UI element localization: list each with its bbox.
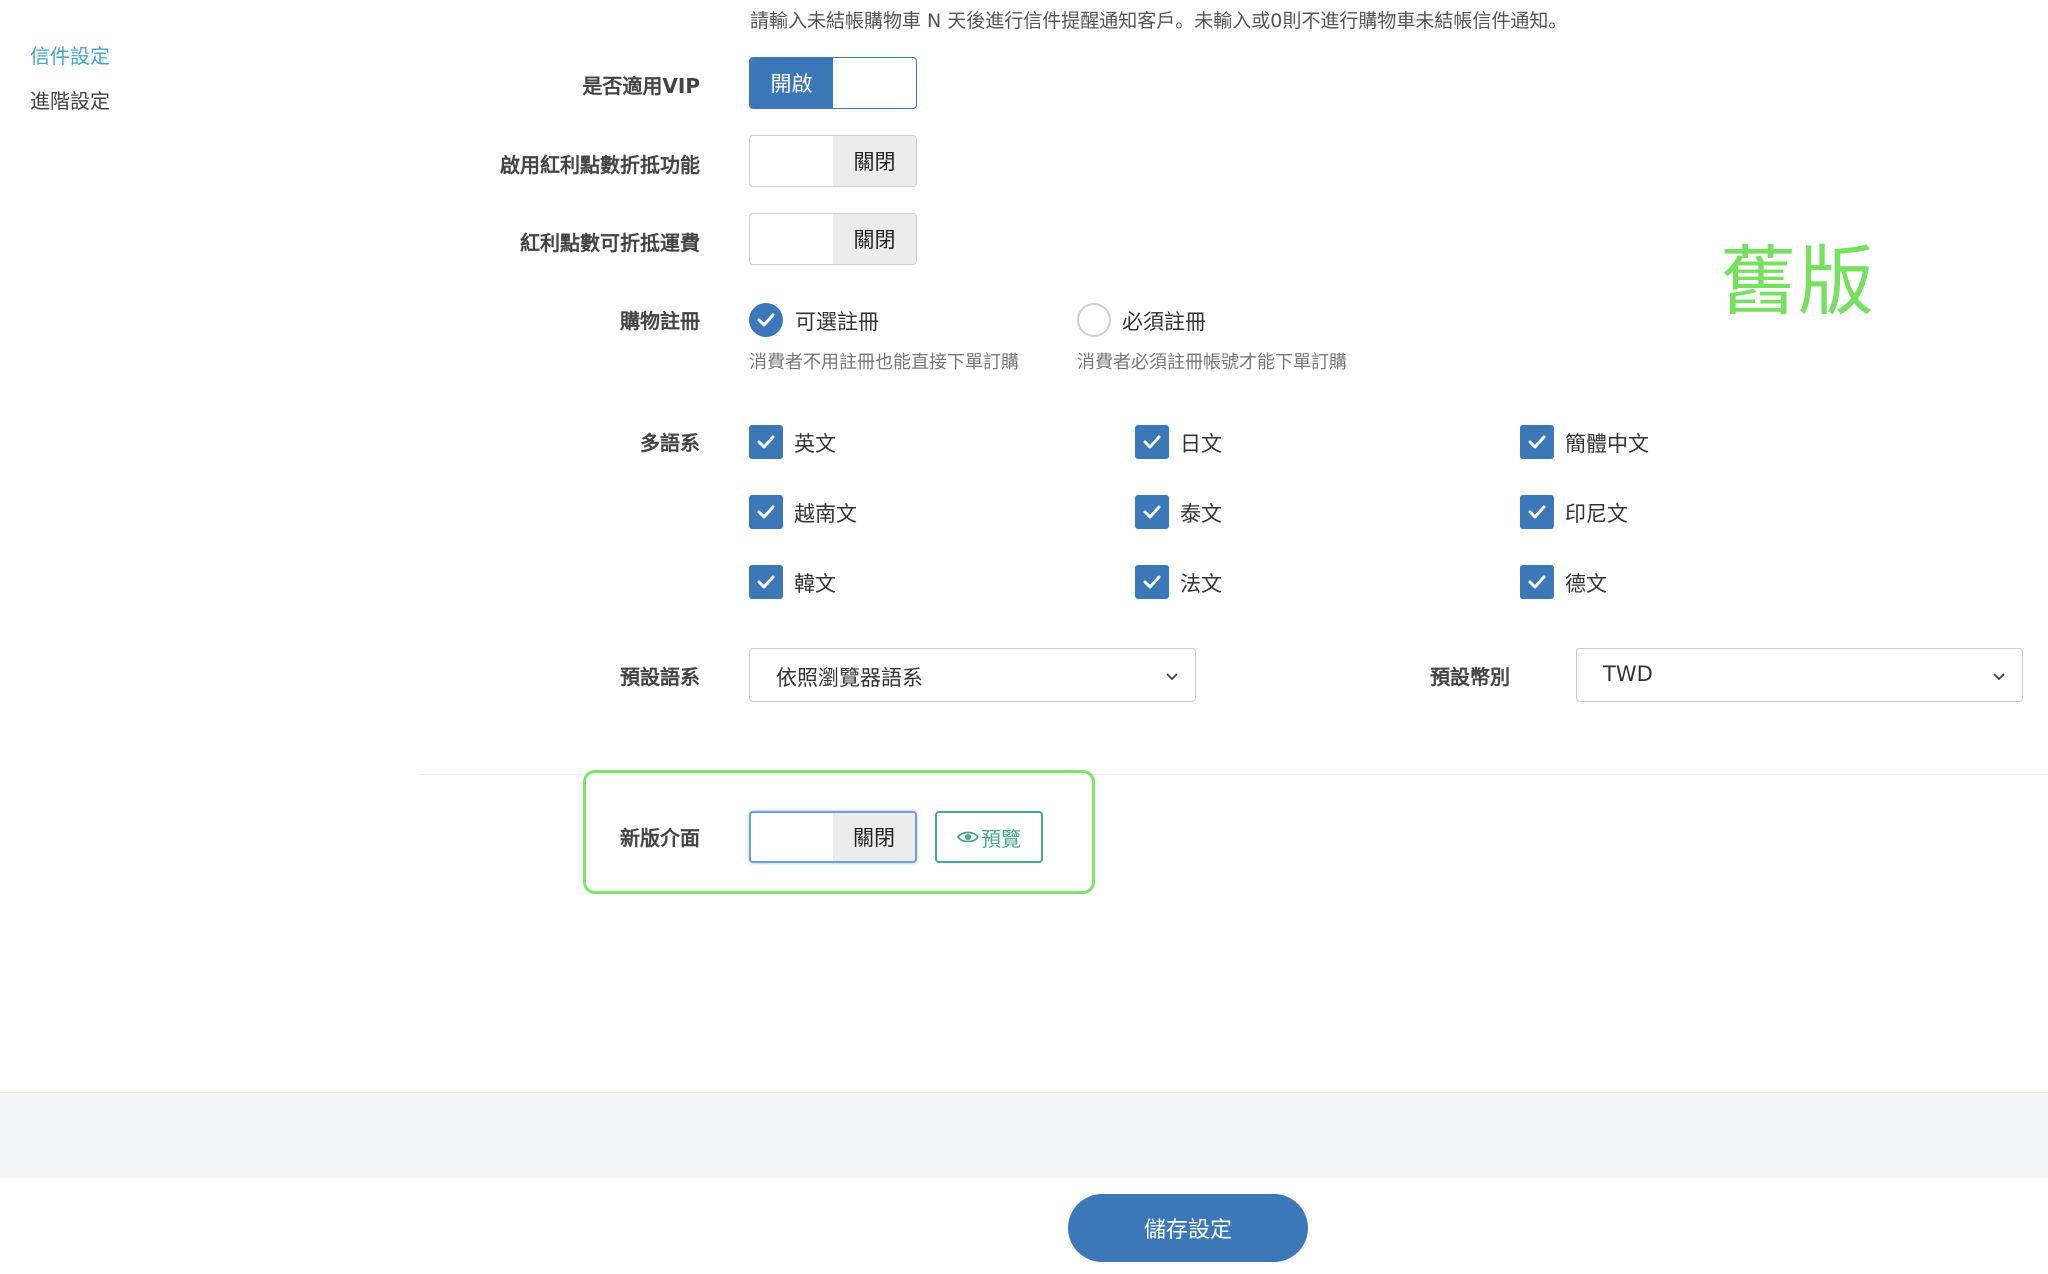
language-checkbox-label: 越南文 xyxy=(794,502,857,526)
bonus-discount-label: 啟用紅利點數折抵功能 xyxy=(500,153,700,177)
language-checkbox[interactable] xyxy=(1135,565,1169,599)
languages-label: 多語系 xyxy=(640,431,700,455)
default-language-value: 依照瀏覽器語系 xyxy=(776,666,923,690)
registration-label: 購物註冊 xyxy=(620,309,700,333)
language-checkbox[interactable] xyxy=(749,425,783,459)
default-currency-label: 預設幣別 xyxy=(1430,665,1510,689)
required-registration-label: 必須註冊 xyxy=(1122,310,1206,334)
new-ui-label: 新版介面 xyxy=(620,826,700,850)
vip-label: 是否適用VIP xyxy=(582,74,700,98)
default-currency-value: TWD xyxy=(1603,662,1653,686)
optional-registration-desc: 消費者不用註冊也能直接下單訂購 xyxy=(749,352,1019,373)
footer-bar xyxy=(0,1178,2048,1274)
language-checkbox-label: 印尼文 xyxy=(1565,502,1628,526)
language-checkbox[interactable] xyxy=(1520,425,1554,459)
checkmark-icon xyxy=(757,505,775,519)
language-checkbox[interactable] xyxy=(1135,495,1169,529)
abandoned-cart-hint: 請輸入未結帳購物車 N 天後進行信件提醒通知客戶。未輸入或0則不進行購物車未結帳… xyxy=(750,10,1568,32)
bonus-shipping-label: 紅利點數可折抵運費 xyxy=(520,231,700,255)
chevron-down-icon xyxy=(1993,673,2005,681)
radio-optional-registration[interactable] xyxy=(749,303,783,337)
checkmark-icon xyxy=(757,313,775,327)
new-ui-toggle[interactable]: 關閉 xyxy=(749,811,917,863)
bonus-discount-toggle[interactable]: 關閉 xyxy=(749,135,917,187)
checkmark-icon xyxy=(1143,505,1161,519)
default-language-label: 預設語系 xyxy=(620,665,700,689)
language-checkbox-label: 韓文 xyxy=(794,572,836,596)
preview-button[interactable]: 預覽 xyxy=(935,811,1043,863)
language-checkbox-label: 德文 xyxy=(1565,572,1607,596)
language-checkbox-label: 法文 xyxy=(1180,572,1222,596)
footer-band xyxy=(0,1092,2048,1179)
chevron-down-icon xyxy=(1166,673,1178,681)
checkmark-icon xyxy=(757,575,775,589)
checkmark-icon xyxy=(1143,575,1161,589)
new-ui-toggle-state: 關閉 xyxy=(833,813,915,861)
language-checkbox[interactable] xyxy=(1520,565,1554,599)
checkmark-icon xyxy=(1143,435,1161,449)
language-checkbox[interactable] xyxy=(1135,425,1169,459)
eye-icon xyxy=(957,831,979,843)
checkmark-icon xyxy=(1528,575,1546,589)
vip-toggle[interactable]: 開啟 xyxy=(749,57,917,109)
checkmark-icon xyxy=(1528,505,1546,519)
language-checkbox-label: 簡體中文 xyxy=(1565,432,1649,456)
bonus-shipping-toggle-state: 關閉 xyxy=(833,214,916,264)
vip-toggle-state: 開啟 xyxy=(750,58,833,108)
bonus-discount-toggle-state: 關閉 xyxy=(833,136,916,186)
default-currency-select[interactable]: TWD xyxy=(1576,648,2023,702)
radio-required-registration[interactable] xyxy=(1077,303,1111,337)
language-checkbox[interactable] xyxy=(1520,495,1554,529)
sidebar-item-advanced-settings[interactable]: 進階設定 xyxy=(30,85,110,114)
bonus-shipping-toggle[interactable]: 關閉 xyxy=(749,213,917,265)
checkmark-icon xyxy=(757,435,775,449)
old-version-annotation: 舊版 xyxy=(1720,237,1876,326)
checkmark-icon xyxy=(1528,435,1546,449)
default-language-select[interactable]: 依照瀏覽器語系 xyxy=(749,648,1196,702)
language-checkbox-label: 英文 xyxy=(794,432,836,456)
language-checkbox[interactable] xyxy=(749,495,783,529)
sidebar-item-mail-settings[interactable]: 信件設定 xyxy=(30,40,110,69)
save-settings-button[interactable]: 儲存設定 xyxy=(1068,1194,1308,1262)
language-checkbox-label: 泰文 xyxy=(1180,502,1222,526)
required-registration-desc: 消費者必須註冊帳號才能下單訂購 xyxy=(1077,352,1347,373)
preview-button-label: 預覽 xyxy=(981,826,1021,851)
language-checkbox-label: 日文 xyxy=(1180,432,1222,456)
language-checkbox[interactable] xyxy=(749,565,783,599)
optional-registration-label: 可選註冊 xyxy=(795,310,879,334)
